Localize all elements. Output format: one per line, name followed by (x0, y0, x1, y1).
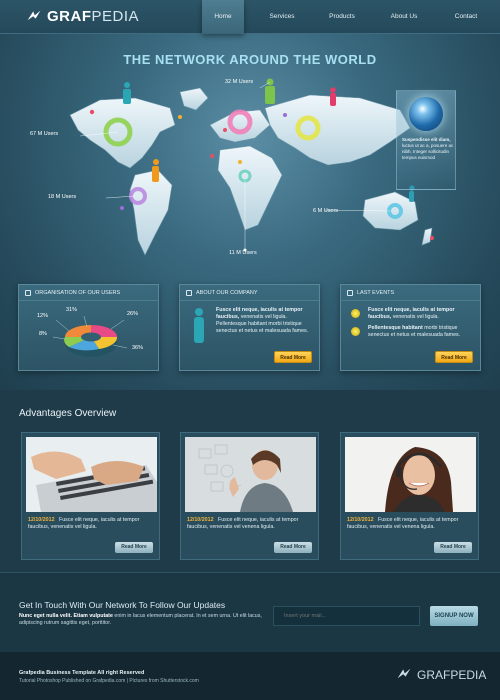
read-more-button[interactable]: Read More (274, 542, 312, 553)
person-icon (123, 82, 131, 104)
read-more-button[interactable]: Read More (115, 542, 153, 553)
last-events-box: LAST EVENTS Fusce elit neque, iaculis at… (340, 284, 481, 371)
footer-logo-text: GRAFPEDIA (417, 668, 486, 682)
logo-text: GRAFPEDIA (47, 8, 139, 25)
users-callout: 11 M Users (229, 250, 257, 256)
logo-icon (27, 10, 41, 20)
globe-panel-body: luctus ut ac a, posuere ac nibh. Integer… (402, 143, 454, 160)
north-america-shape (69, 97, 176, 169)
card-text: 12/10/2012 Fusce elit neque, iaculis at … (28, 517, 153, 531)
logo[interactable]: GRAFPEDIA (26, 8, 139, 25)
pie-label: 12% (37, 313, 49, 319)
south-america-shape (129, 169, 173, 256)
event-bullet-icon (351, 327, 360, 336)
newsletter-bold: Nunc eget nulla velit. Etiam vulputate (19, 613, 113, 619)
asia-shape (264, 94, 411, 166)
event-bullet-icon (351, 309, 360, 318)
box-title: LAST EVENTS (357, 289, 395, 296)
square-icon (186, 289, 192, 296)
email-input[interactable] (273, 606, 420, 626)
card-text: 12/10/2012 Fusce elit neque, iaculis at … (347, 517, 472, 531)
logo-bold: GRAF (47, 8, 92, 25)
pie-label: 8% (39, 331, 47, 337)
about-company-box: ABOUT OUR COMPANY Fusce elit neque, iacu… (179, 284, 320, 371)
box-title: ORGANISATION OF OUR USERS (35, 289, 121, 296)
square-icon (347, 289, 353, 296)
world-map (69, 78, 434, 256)
page: GRAFPEDIA Home Services Products About U… (0, 0, 500, 700)
users-organisation-box: ORGANISATION OF OUR USERS 31% 12% 26% 8%… (18, 284, 159, 371)
event-bold: Pellentesque habitant (368, 325, 423, 331)
advantage-card: 12/10/2012 Fusce elit neque, iaculis at … (180, 432, 319, 560)
box-header: ABOUT OUR COMPANY (180, 285, 319, 301)
users-callout: 67 M Users (30, 131, 59, 137)
card-date: 12/10/2012 (347, 517, 374, 523)
logo-icon (397, 668, 411, 679)
newsletter-section (0, 572, 500, 652)
signup-button[interactable]: SIGNUP NOW (430, 606, 478, 626)
read-more-button[interactable]: Read More (274, 351, 312, 363)
event-item[interactable]: Pellentesque habitant morbi tristique se… (368, 325, 474, 339)
nav-home[interactable]: Home (202, 0, 244, 34)
users-callout: 32 M Users (225, 79, 254, 85)
users-callout: 6 M Users (313, 208, 339, 214)
footer-credits[interactable]: Tutorial Photoshop Published on Grafpedi… (19, 678, 199, 684)
africa-shape (217, 145, 283, 231)
read-more-button[interactable]: Read More (435, 351, 473, 363)
box-header: ORGANISATION OF OUR USERS (19, 285, 158, 301)
nav-products[interactable]: Products (322, 0, 362, 34)
main-nav: Home Services Products About Us Contact (202, 0, 500, 34)
pie-label: 31% (66, 307, 78, 313)
box-title: ABOUT OUR COMPANY (196, 289, 258, 296)
globe-icon (409, 97, 443, 131)
event-item[interactable]: Fusce elit neque, iaculis at tempor fauc… (368, 307, 474, 321)
nav-contact[interactable]: Contact (446, 0, 486, 34)
hero-section: GRAFPEDIA Home Services Products About U… (0, 0, 500, 390)
logo-light: PEDIA (91, 8, 140, 25)
footer-logo[interactable]: GRAFPEDIA (396, 667, 486, 683)
card-text: 12/10/2012 Fusce elit neque, iaculis at … (187, 517, 312, 531)
globe-panel-bold: Suspendisse elit diam, (402, 137, 451, 142)
square-icon (25, 289, 31, 296)
support-agent-photo (345, 437, 476, 512)
hero-title: THE NETWORK AROUND THE WORLD (123, 52, 377, 67)
nav-services[interactable]: Services (262, 0, 302, 34)
box-header: LAST EVENTS (341, 285, 480, 301)
read-more-button[interactable]: Read More (434, 542, 472, 553)
nav-about-us[interactable]: About Us (384, 0, 424, 34)
about-text: Fusce elit neque, iaculis at tempor fauc… (216, 307, 313, 335)
advantages-title: Advantages Overview (19, 408, 117, 419)
person-icon (194, 308, 204, 343)
newsletter-title: Get In Touch With Our Network To Follow … (19, 600, 226, 610)
pie-label: 36% (132, 345, 144, 351)
advantage-card: 12/10/2012 Fusce elit neque, iaculis at … (21, 432, 160, 560)
event-text: venenatis vel ligula. (392, 314, 439, 320)
woman-touchscreen-photo (185, 437, 316, 512)
pie-label: 26% (127, 311, 139, 317)
footer-logo-bold: GRAF (417, 668, 451, 682)
about-body-2: Pellentesque habitant morbi tristique se… (216, 321, 309, 334)
footer-logo-light: PEDIA (450, 668, 487, 682)
globe-panel-text: Suspendisse elit diam, luctus ut ac a, p… (402, 137, 454, 161)
top-bar: GRAFPEDIA Home Services Products About U… (0, 0, 500, 34)
about-body: venenatis vel ligula. (240, 314, 287, 320)
card-date: 12/10/2012 (28, 517, 55, 523)
newsletter-text: Nunc eget nulla velit. Etiam vulputate e… (19, 613, 264, 627)
card-date: 12/10/2012 (187, 517, 214, 523)
globe-panel: Suspendisse elit diam, luctus ut ac a, p… (396, 90, 456, 190)
keyboard-photo (26, 437, 157, 512)
users-callout: 18 M Users (48, 194, 77, 200)
footer-copyright: Grafpedia Business Template All right Re… (19, 670, 145, 676)
advantage-card: 12/10/2012 Fusce elit neque, iaculis at … (340, 432, 479, 560)
